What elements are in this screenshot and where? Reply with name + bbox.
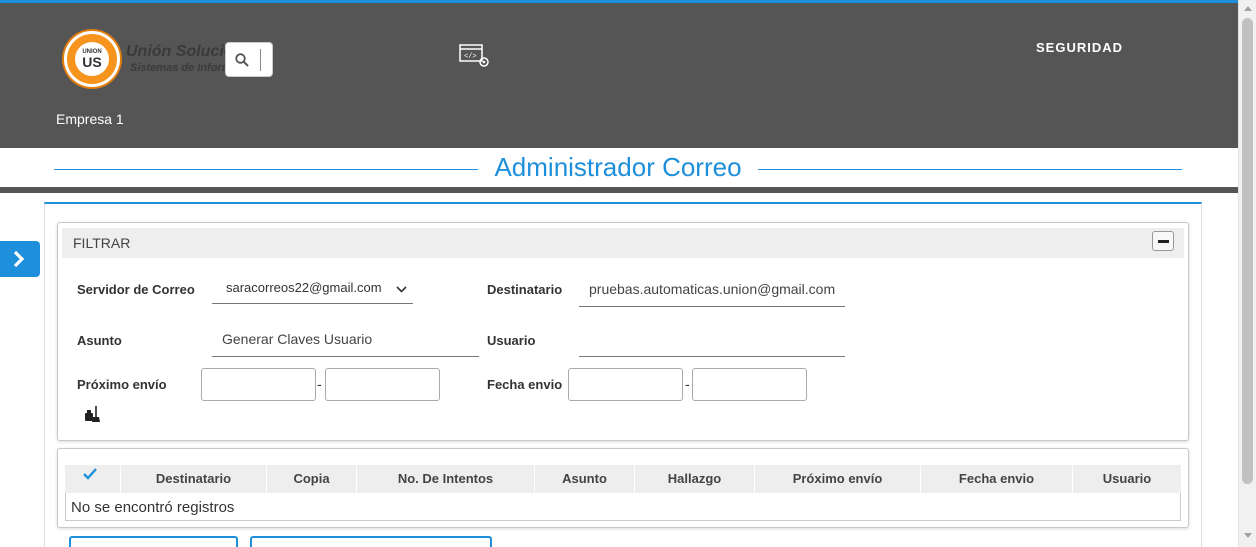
brand-name: Unión Soluciones (126, 43, 226, 60)
code-settings-icon[interactable]: </> (459, 44, 491, 68)
send-date-label: Fecha envio (487, 377, 563, 392)
brand-subtitle: Sistemas de Información (130, 62, 226, 74)
collapse-filter-button[interactable] (1152, 231, 1174, 251)
clear-filters-icon[interactable] (84, 405, 102, 423)
table-header: Destinatario Copia No. De Intentos Asunt… (65, 465, 1181, 493)
sidebar-toggle-button[interactable] (0, 241, 40, 277)
column-header[interactable]: No. De Intentos (357, 465, 535, 493)
recipient-label: Destinatario (487, 282, 563, 297)
search-divider (260, 49, 261, 71)
module-label[interactable]: SEGURIDAD (1036, 40, 1123, 55)
check-icon (83, 468, 97, 480)
page-scrollbar[interactable] (1238, 0, 1256, 547)
title-rule-left (54, 169, 478, 170)
mail-server-label: Servidor de Correo (77, 282, 195, 297)
recipient-input[interactable] (579, 272, 845, 307)
global-search-button[interactable] (225, 42, 273, 77)
column-header[interactable]: Asunto (535, 465, 635, 493)
column-header[interactable]: Usuario (1073, 465, 1181, 493)
mail-server-select[interactable]: saracorreos22@gmail.com (212, 274, 413, 304)
column-header[interactable]: Fecha envio (921, 465, 1073, 493)
send-date-to-input[interactable] (692, 368, 807, 401)
next-send-range-separator: - (317, 376, 322, 392)
column-header[interactable]: Destinatario (121, 465, 267, 493)
column-header[interactable]: Hallazgo (635, 465, 755, 493)
logo-badge: UNION US (75, 42, 109, 76)
empty-table-message: No se encontró registros (71, 499, 235, 516)
title-rule-right (758, 169, 1182, 170)
select-all-column[interactable] (65, 465, 121, 493)
scroll-up-arrow-icon[interactable] (1244, 6, 1252, 11)
send-date-range-separator: - (685, 376, 690, 392)
section-divider (0, 187, 1238, 193)
next-send-from-input[interactable] (201, 368, 316, 401)
logo-text-main: US (82, 54, 102, 70)
action-button-secondary[interactable] (250, 536, 492, 547)
scrollbar-thumb[interactable] (1242, 18, 1253, 484)
column-header[interactable]: Copia (267, 465, 357, 493)
subject-label: Asunto (77, 333, 122, 348)
table-row: No se encontró registros (65, 493, 1181, 521)
chevron-down-icon (396, 286, 407, 293)
next-send-to-input[interactable] (325, 368, 440, 401)
company-name[interactable]: Empresa 1 (56, 111, 124, 127)
send-date-from-input[interactable] (568, 368, 683, 401)
page-title: Administrador Correo (494, 152, 742, 182)
filter-header: FILTRAR (62, 228, 1184, 258)
minus-icon (1158, 240, 1169, 243)
column-header[interactable]: Próximo envío (755, 465, 921, 493)
scroll-down-arrow-icon[interactable] (1244, 533, 1252, 538)
next-send-label: Próximo envío (77, 377, 167, 392)
chevron-right-icon (13, 250, 25, 268)
top-header: UNION US Unión Soluciones Sistemas de In… (0, 0, 1238, 148)
subject-input[interactable] (212, 322, 479, 357)
results-table: Destinatario Copia No. De Intentos Asunt… (57, 448, 1189, 528)
search-icon (235, 53, 249, 67)
company-logo[interactable]: UNION US (64, 31, 120, 87)
user-input[interactable] (579, 322, 845, 357)
action-button-primary[interactable] (69, 536, 238, 547)
user-label: Usuario (487, 333, 536, 348)
filter-title: FILTRAR (73, 235, 131, 251)
mail-server-value: saracorreos22@gmail.com (226, 280, 382, 295)
svg-text:</>: </> (464, 53, 477, 61)
